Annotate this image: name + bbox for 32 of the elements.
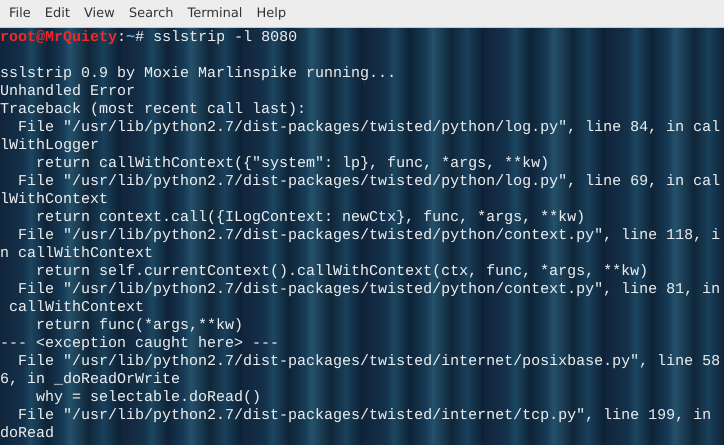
terminal-line: return context.call({ILogContext: newCtx}, func, *args, **kw) [35, 209, 586, 227]
terminal-line: File "/usr/lib/python2.7/dist-packages/twisted/python/log.py", line 69, in cal [17, 173, 722, 191]
terminal-line: return self.currentContext().callWithContext(ctx, func, *args, **kw) [35, 263, 650, 281]
terminal-line: callWithContext [8, 299, 146, 317]
menu-item[interactable]: Terminal [180, 6, 250, 21]
terminal-line: return callWithContext({"system": lp}, func, *args, **kw) [35, 155, 550, 173]
terminal-line: return func(*args,**kw) [35, 317, 244, 335]
terminal-line: doRead [0, 425, 56, 443]
terminal-line: lWithLogger [0, 137, 100, 155]
prompt-symbol: # [135, 29, 144, 46]
terminal-line: 6, in _doReadOrWrite [0, 371, 182, 389]
terminal-line: File "/usr/lib/python2.7/dist-packages/twisted/python/context.py", line 118, i [17, 227, 722, 245]
terminal-line: File "/usr/lib/python2.7/dist-packages/twisted/python/log.py", line 84, in cal [17, 119, 722, 137]
menu-item[interactable]: Search [122, 6, 180, 21]
terminal-line: n callWithContext [0, 245, 154, 263]
command-text: sslstrip -l 8080 [153, 29, 298, 46]
terminal-line: --- <exception caught here> --- [0, 335, 280, 353]
terminal-line: File "/usr/lib/python2.7/dist-packages/twisted/python/context.py", line 81, in [17, 281, 722, 299]
terminal-line: why = selectable.doRead() [35, 389, 262, 407]
terminal-line: lWithContext [0, 191, 110, 209]
terminal-line: File "/usr/lib/python2.7/dist-packages/twisted/internet/posixbase.py", line 58 [17, 353, 722, 371]
terminal-line: sslstrip 0.9 by Moxie Marlinspike running... [0, 65, 398, 83]
menu-item[interactable]: File [2, 6, 38, 21]
prompt-separator: : [117, 29, 126, 46]
menu-item[interactable]: View [76, 6, 122, 21]
menu-item[interactable]: Edit [38, 6, 77, 21]
menu-item[interactable]: Help [249, 6, 294, 21]
prompt-user: root@MrQuiety [0, 29, 118, 46]
terminal-line: File "/usr/lib/python2.7/dist-packages/twisted/internet/tcp.py", line 199, in [17, 407, 712, 425]
terminal-line: Unhandled Error [0, 83, 136, 101]
terminal-line: Traceback (most recent call last): [0, 101, 308, 119]
prompt-path: ~ [126, 29, 136, 46]
